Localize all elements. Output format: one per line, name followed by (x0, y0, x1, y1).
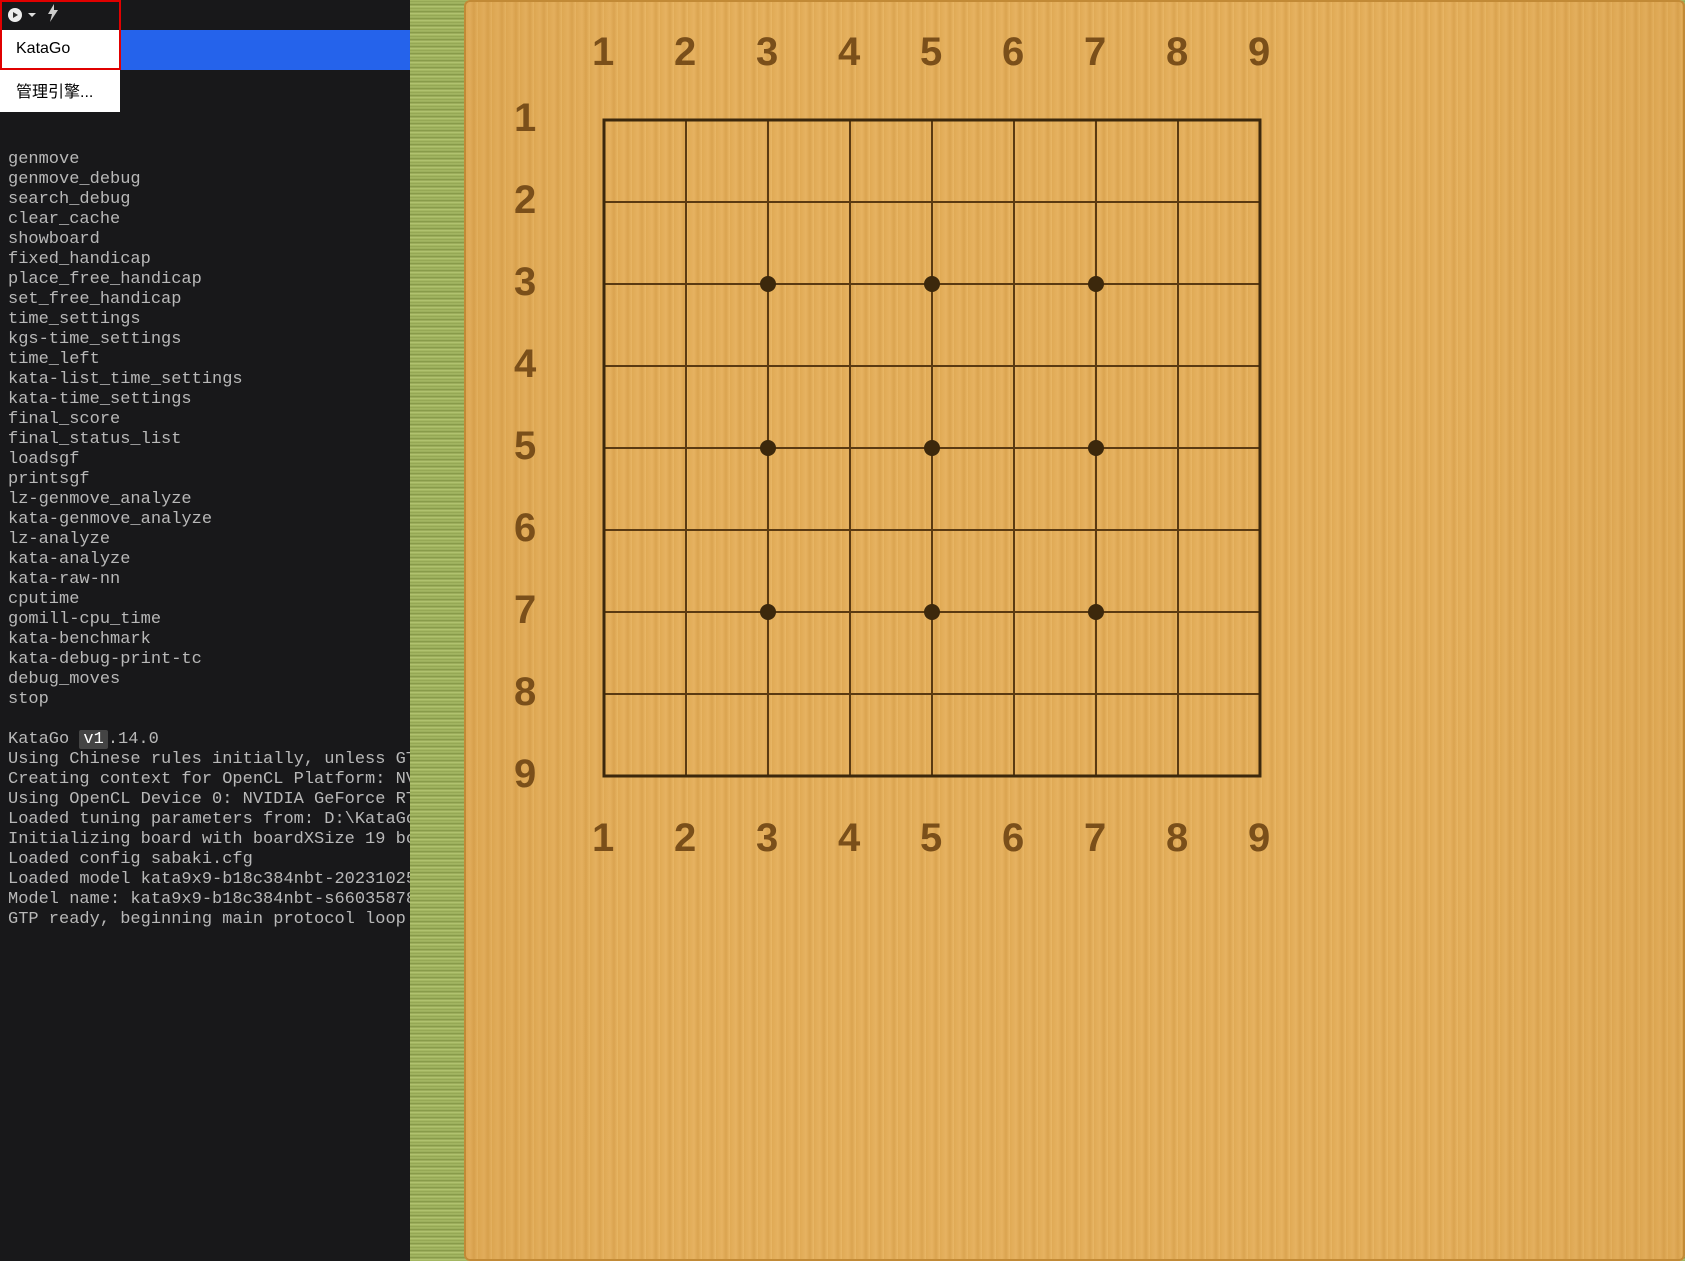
engine-dropdown: KataGo 管理引擎... (0, 30, 120, 112)
row-label-left: 2 (514, 178, 536, 223)
star-point (1088, 440, 1104, 456)
col-label-bottom: 9 (1248, 816, 1270, 861)
row-label-left: 5 (514, 424, 536, 469)
star-point (760, 604, 776, 620)
col-label-bottom: 1 (592, 816, 614, 861)
col-label-bottom: 3 (756, 816, 778, 861)
col-label-top: 1 (592, 30, 614, 75)
dropdown-caret-icon[interactable] (28, 13, 36, 17)
col-label-top: 4 (838, 30, 860, 75)
gtp-console-output[interactable]: genmove genmove_debug search_debug clear… (0, 150, 410, 1261)
col-label-top: 2 (674, 30, 696, 75)
col-label-top: 3 (756, 30, 778, 75)
lightning-icon[interactable] (46, 4, 60, 27)
row-label-left: 9 (514, 752, 536, 797)
board-grid[interactable] (594, 110, 1270, 786)
col-label-bottom: 6 (1002, 816, 1024, 861)
col-label-bottom: 4 (838, 816, 860, 861)
row-label-left: 8 (514, 670, 536, 715)
star-point (924, 440, 940, 456)
row-label-left: 7 (514, 588, 536, 633)
star-point (760, 276, 776, 292)
row-label-left: 4 (514, 342, 536, 387)
col-label-top: 9 (1248, 30, 1270, 75)
row-label-left: 6 (514, 506, 536, 551)
star-point (1088, 604, 1104, 620)
col-label-bottom: 8 (1166, 816, 1188, 861)
dropdown-item-katago[interactable]: KataGo (0, 30, 120, 68)
play-icon[interactable] (6, 6, 24, 24)
go-board[interactable]: 1 1 2 2 3 3 4 4 5 5 6 6 7 7 8 8 9 9 1 2 3 4 5 6 7 8 9 (464, 0, 1685, 1261)
dropdown-item-manage-engines[interactable]: 管理引擎... (0, 68, 120, 112)
title-bar (120, 30, 410, 70)
row-label-left: 3 (514, 260, 536, 305)
star-point (760, 440, 776, 456)
board-background: 1 1 2 2 3 3 4 4 5 5 6 6 7 7 8 8 9 9 1 2 3 4 5 6 7 8 9 (410, 0, 1685, 1261)
col-label-top: 8 (1166, 30, 1188, 75)
col-label-top: 5 (920, 30, 942, 75)
col-label-bottom: 2 (674, 816, 696, 861)
col-label-bottom: 5 (920, 816, 942, 861)
gtp-console-panel: KataGo 管理引擎... genmove genmove_debug sea… (0, 0, 410, 1261)
star-point (924, 276, 940, 292)
star-point (1088, 276, 1104, 292)
console-toolbar (0, 0, 410, 30)
col-label-bottom: 7 (1084, 816, 1106, 861)
star-point (924, 604, 940, 620)
row-label-left: 1 (514, 96, 536, 141)
col-label-top: 6 (1002, 30, 1024, 75)
col-label-top: 7 (1084, 30, 1106, 75)
